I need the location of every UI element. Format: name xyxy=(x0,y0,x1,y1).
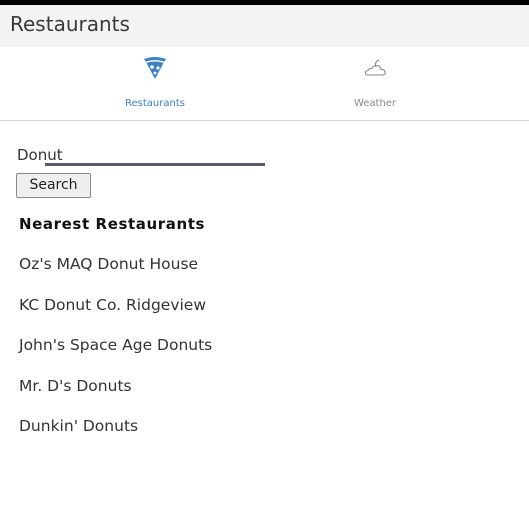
tab-restaurants-label: Restaurants xyxy=(125,98,185,109)
app-bar: Restaurants xyxy=(0,5,529,47)
nearest-restaurants-heading: Nearest Restaurants xyxy=(19,215,206,233)
restaurant-list: Oz's MAQ Donut House KC Donut Co. Ridgev… xyxy=(19,255,212,458)
list-item[interactable]: KC Donut Co. Ridgeview xyxy=(19,296,212,337)
list-item[interactable]: Dunkin' Donuts xyxy=(19,417,212,458)
search-button[interactable]: Search xyxy=(16,173,91,198)
search-input[interactable]: Donut xyxy=(17,146,63,164)
tab-weather[interactable]: Weather xyxy=(265,47,485,120)
page-title: Restaurants xyxy=(10,12,130,36)
pizza-icon xyxy=(144,57,166,79)
cloud-moon-icon xyxy=(364,59,386,76)
tab-weather-label: Weather xyxy=(353,98,397,109)
active-tab-indicator xyxy=(45,163,265,166)
tab-bar: Restaurants Weather xyxy=(0,47,529,166)
list-item[interactable]: Oz's MAQ Donut House xyxy=(19,255,212,296)
list-item[interactable]: Mr. D's Donuts xyxy=(19,377,212,418)
list-item[interactable]: John's Space Age Donuts xyxy=(19,336,212,377)
tab-restaurants[interactable]: Restaurants xyxy=(45,47,265,120)
